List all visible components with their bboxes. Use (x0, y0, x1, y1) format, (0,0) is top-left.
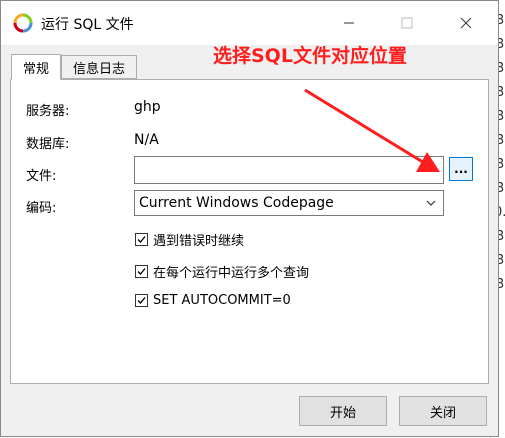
server-label: 服务器: (26, 104, 70, 119)
continue-on-error-checkbox[interactable] (135, 233, 148, 246)
chevron-down-icon (426, 200, 436, 206)
encoding-select[interactable]: Current Windows Codepage (134, 190, 444, 216)
app-logo-icon (13, 13, 33, 33)
annotation-text: 选择SQL文件对应位置 (213, 45, 407, 67)
autocommit-option[interactable]: SET AUTOCOMMIT=0 (135, 293, 291, 308)
database-label: 数据库: (26, 137, 70, 152)
encoding-selected-value: Current Windows Codepage (139, 195, 334, 211)
maximize-button[interactable] (395, 13, 419, 33)
database-value: N/A (134, 132, 159, 148)
checkmark-icon (137, 268, 146, 275)
file-label: 文件: (26, 169, 57, 184)
server-value: ghp (134, 99, 161, 115)
tab-message-log[interactable]: 信息日志 (61, 55, 137, 79)
checkmark-icon (137, 236, 146, 243)
close-window-button[interactable] (454, 13, 478, 33)
general-panel: 服务器: ghp 数据库: N/A 文件: ... 编码: Current Wi… (10, 79, 489, 384)
multiple-queries-option[interactable]: 在每个运行中运行多个查询 (135, 262, 309, 281)
checkmark-icon (137, 297, 146, 304)
autocommit-label: SET AUTOCOMMIT=0 (153, 293, 291, 308)
autocommit-checkbox[interactable] (135, 294, 148, 307)
minimize-icon (344, 22, 354, 24)
multiple-queries-label: 在每个运行中运行多个查询 (153, 266, 310, 281)
start-button[interactable]: 开始 (299, 396, 387, 426)
close-button[interactable]: 关闭 (399, 396, 487, 426)
minimize-button[interactable] (337, 13, 361, 33)
close-icon (460, 17, 472, 29)
file-path-input[interactable] (134, 156, 444, 184)
tab-general[interactable]: 常规 (11, 54, 61, 80)
multiple-queries-checkbox[interactable] (135, 265, 148, 278)
encoding-label: 编码: (26, 201, 57, 216)
browse-file-button[interactable]: ... (449, 157, 473, 181)
continue-on-error-option[interactable]: 遇到错误时继续 (135, 230, 244, 249)
maximize-icon (401, 17, 413, 29)
window-title: 运行 SQL 文件 (41, 17, 134, 33)
title-bar[interactable]: 运行 SQL 文件 (1, 1, 498, 45)
continue-on-error-label: 遇到错误时继续 (153, 234, 245, 249)
